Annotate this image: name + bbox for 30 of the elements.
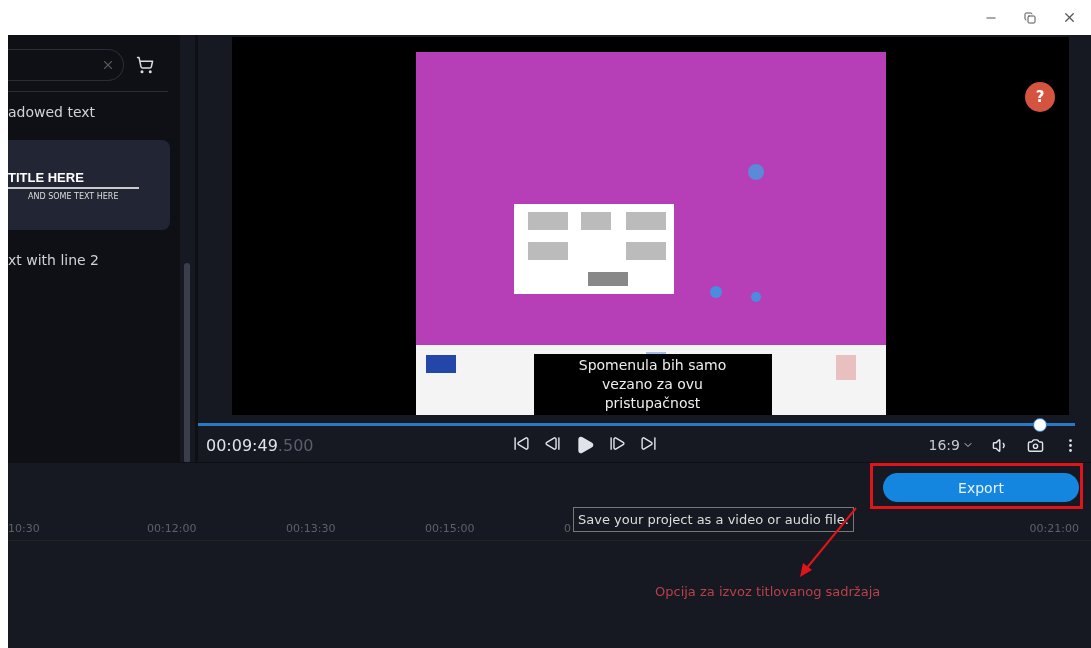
close-icon[interactable] <box>1062 10 1077 25</box>
ruler-label: 0 <box>564 521 571 535</box>
ruler-label: 00:12:00 <box>147 521 197 535</box>
title-style-name[interactable]: xt with line 2 <box>8 240 180 278</box>
timecode-fraction: .500 <box>277 435 314 455</box>
aspect-ratio-dropdown[interactable]: 16:9 <box>928 437 974 453</box>
ruler-label: 00:15:00 <box>425 521 475 535</box>
cart-icon[interactable] <box>136 56 154 74</box>
tooltip: Save your project as a video or audio file. <box>573 507 854 532</box>
subtitle-caption: Spomenula bih samo vezano za ovu pristupačnost <box>533 354 772 415</box>
timecode: 00:09:49 <box>206 435 278 455</box>
ruler-label: 10:30 <box>8 521 40 535</box>
help-button[interactable]: ? <box>1025 82 1055 112</box>
camera-icon[interactable] <box>1027 436 1044 454</box>
ruler-label: 00:21:00 <box>1029 521 1079 535</box>
skip-back-icon[interactable] <box>513 435 531 452</box>
step-forward-icon[interactable] <box>609 435 627 452</box>
title-style-card[interactable]: TITLE HERE AND SOME TEXT HERE <box>8 140 170 230</box>
ruler-label: 00:13:30 <box>286 521 336 535</box>
restore-icon[interactable] <box>1024 11 1036 24</box>
skip-forward-icon[interactable] <box>640 435 658 452</box>
card-subtitle: AND SOME TEXT HERE <box>27 191 120 201</box>
step-back-icon[interactable] <box>544 435 562 452</box>
title-style-name[interactable]: adowed text <box>8 92 180 130</box>
annotation-text: Opcija za izvoz titlovanog sadržaja <box>655 584 881 599</box>
progress-thumb[interactable] <box>1032 418 1047 432</box>
clear-icon[interactable] <box>101 58 115 72</box>
card-title: TITLE HERE <box>8 169 139 189</box>
play-icon[interactable] <box>575 435 596 455</box>
scrollbar[interactable] <box>184 263 190 463</box>
